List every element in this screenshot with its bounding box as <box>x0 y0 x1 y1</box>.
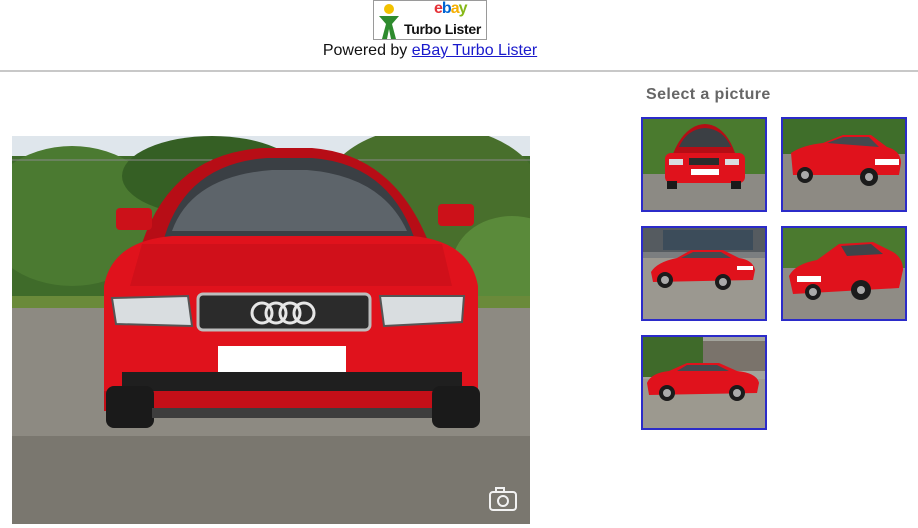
ebay-turbo-lister-link[interactable]: eBay Turbo Lister <box>412 42 537 59</box>
person-figure-icon <box>379 4 399 39</box>
thumbnail-front-three-quarter[interactable] <box>781 117 907 212</box>
thumbnail-rear-three-quarter[interactable] <box>641 226 767 321</box>
ebay-logo-letters: ebay <box>434 0 467 17</box>
turbo-lister-logo: ebay Turbo Lister <box>373 0 487 40</box>
powered-by-text: Powered by <box>322 42 408 59</box>
thumbnail-front[interactable] <box>641 117 767 212</box>
thumbnail-front-three-quarter-low[interactable] <box>781 226 907 321</box>
main-car-photo <box>12 136 530 524</box>
header-divider <box>0 70 918 72</box>
select-picture-heading: Select a picture <box>646 86 771 103</box>
header: ebay Turbo Lister Powered by eBay Turbo … <box>0 0 918 72</box>
thumbnail-side[interactable] <box>641 335 767 430</box>
powered-by-line: Powered by eBay Turbo Lister <box>0 42 860 60</box>
logo-product-name: Turbo Lister <box>404 21 482 37</box>
